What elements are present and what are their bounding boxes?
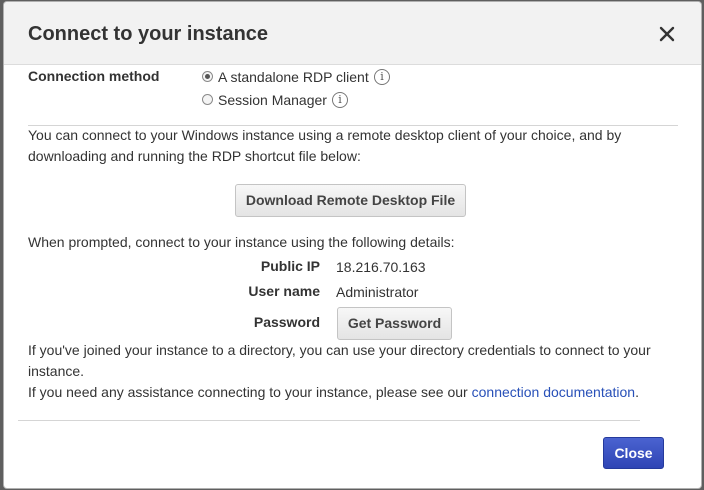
info-icon[interactable]: i (332, 92, 348, 108)
close-icon[interactable] (655, 22, 679, 46)
footer-divider (18, 420, 640, 421)
user-name-label: User name (248, 283, 320, 299)
radio-session-manager-label[interactable]: Session Manager (218, 90, 327, 111)
dialog-title: Connect to your instance (28, 23, 269, 45)
dialog-header: Connect to your instance (4, 2, 701, 65)
assist-prefix: If you need any assistance connecting to… (28, 384, 468, 400)
connect-dialog: Connect to your instance Connection meth… (4, 2, 701, 488)
public-ip-value: 18.216.70.163 (336, 259, 426, 275)
directory-note: If you've joined your instance to a dire… (28, 342, 651, 379)
intro-text: You can connect to your Windows instance… (28, 127, 622, 164)
user-name-value: Administrator (336, 284, 419, 300)
prompt-text: When prompted, connect to your instance … (28, 234, 455, 250)
download-rdp-file-button[interactable]: Download Remote Desktop File (235, 184, 466, 217)
radio-standalone-rdp[interactable] (202, 71, 213, 82)
radio-standalone-rdp-label[interactable]: A standalone RDP client (218, 67, 369, 88)
assist-suffix: . (635, 384, 639, 400)
info-icon[interactable]: i (374, 69, 390, 85)
get-password-button[interactable]: Get Password (337, 307, 452, 340)
password-label: Password (253, 314, 320, 330)
connection-method-label: Connection method (28, 68, 160, 84)
public-ip-label: Public IP (260, 258, 320, 274)
close-button[interactable]: Close (603, 437, 664, 469)
connection-documentation-link[interactable]: connection documentation (472, 384, 635, 400)
assist-text: If you need any assistance connecting to… (28, 382, 678, 403)
radio-session-manager[interactable] (202, 94, 213, 105)
